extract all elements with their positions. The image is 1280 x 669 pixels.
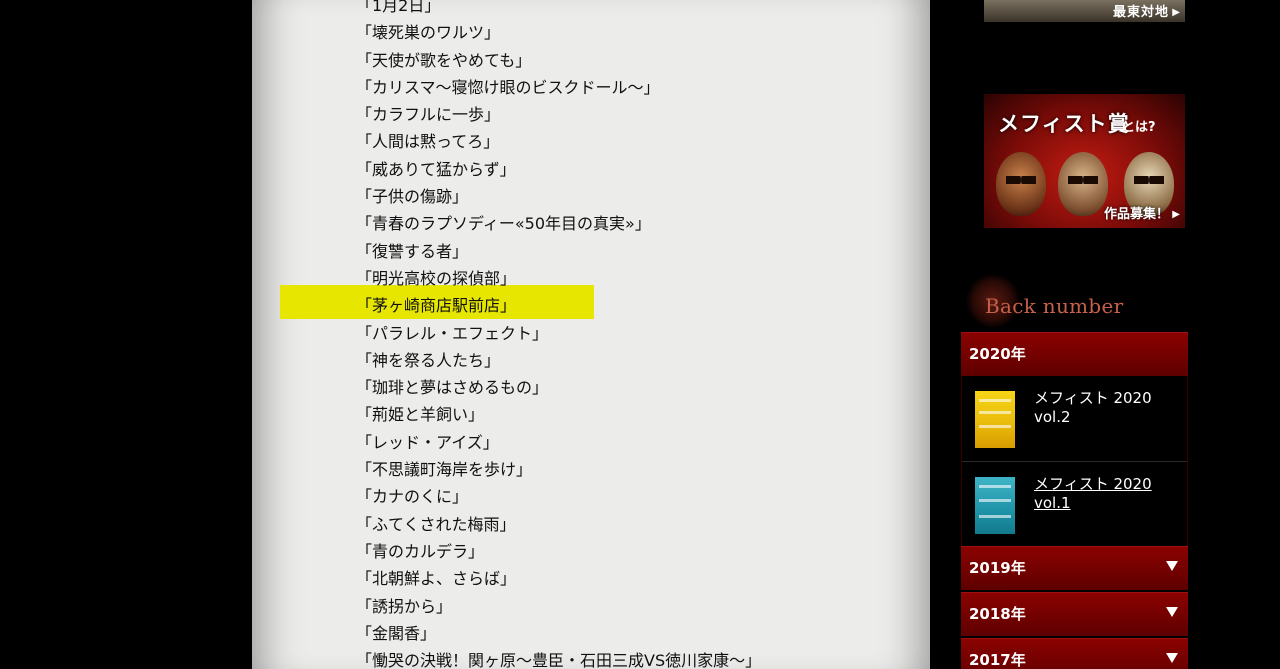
list-item: 「ふてくされた梅雨」: [356, 514, 516, 534]
issues-panel: メフィスト 2020 vol.2 メフィスト 2020 vol.1: [961, 376, 1188, 546]
page: 「1月2日」 「壊死巣のワルツ」 「天使が歌をやめても」 「カリスマ〜寝惚け眼の…: [0, 0, 1280, 669]
list-item: 「天使が歌をやめても」: [356, 50, 532, 70]
cover-thumbnail: [975, 391, 1015, 448]
year-label: 2018年: [969, 605, 1026, 623]
arrow-right-icon: ▶: [1172, 7, 1180, 18]
list-item: 「誘拐から」: [356, 596, 453, 616]
year-label: 2019年: [969, 559, 1026, 577]
banner-cta: 作品募集！: [1103, 207, 1169, 222]
list-item: 「カリスマ〜寝惚け眼のビスクドール〜」: [356, 77, 660, 97]
list-item: 「威ありて猛からず」: [356, 159, 516, 179]
list-item: 「北朝鮮よ、さらば」: [356, 569, 517, 589]
triangle-down-icon: [1166, 561, 1178, 571]
issue-name: メフィスト 2020 vol.2: [1034, 389, 1152, 426]
year-label: 2017年: [969, 651, 1026, 669]
mephisto-prize-banner[interactable]: メフィスト賞 とは? 作品募集！ ▶: [984, 94, 1185, 228]
list-item: 「金閣香」: [356, 623, 437, 643]
list-item: 「青のカルデラ」: [356, 541, 485, 561]
list-item: 「珈琲と夢はさめるもの」: [356, 378, 549, 398]
top-banner-text: 最東対地: [1112, 5, 1169, 20]
list-item: 「カラフルに一歩」: [356, 105, 501, 125]
issue-name: メフィスト 2020 vol.1: [1034, 475, 1152, 512]
banner-heading: メフィスト賞: [998, 112, 1130, 136]
list-item: 「慟哭の決戦！関ヶ原〜豊臣・石田三成VS徳川家康〜」: [356, 651, 762, 669]
list-item: 「明光高校の探偵部」: [356, 268, 517, 288]
list-item-highlighted: 「茅ヶ崎商店駅前店」: [356, 296, 517, 316]
list-item: 「子供の傷跡」: [356, 187, 469, 207]
list-item: 「人間は黙ってろ」: [356, 132, 500, 152]
title-list: 「1月2日」 「壊死巣のワルツ」 「天使が歌をやめても」 「カリスマ〜寝惚け眼の…: [356, 0, 761, 669]
list-item: 「レッド・アイズ」: [356, 432, 499, 452]
triangle-down-icon: [1166, 653, 1178, 663]
top-banner[interactable]: 最東対地 ▶: [984, 0, 1185, 22]
list-item: 「カナのくに」: [356, 487, 469, 507]
list-item: 「パラレル・エフェクト」: [356, 323, 549, 343]
back-number-heading: Back number: [966, 272, 1186, 328]
mask-image: [1058, 152, 1108, 216]
cover-thumbnail: [975, 477, 1015, 534]
year-label: 2020年: [969, 345, 1026, 363]
list-item: 「神を祭る人たち」: [356, 350, 501, 370]
list-item: 「復讐する者」: [356, 241, 469, 261]
issue-link-2020-vol2[interactable]: メフィスト 2020 vol.2: [962, 376, 1187, 462]
triangle-down-icon: [1166, 607, 1178, 617]
year-toggle-2017[interactable]: 2017年: [961, 638, 1188, 669]
year-toggle-2018[interactable]: 2018年: [961, 592, 1188, 636]
list-item: 「青春のラプソディー«50年目の真実»」: [356, 214, 651, 234]
list-item: 「不思議町海岸を歩け」: [356, 460, 533, 480]
list-item: 「荊姫と羊飼い」: [356, 405, 485, 425]
year-toggle-2019[interactable]: 2019年: [961, 546, 1188, 590]
banner-suffix: とは?: [1122, 120, 1156, 135]
year-toggle-2020[interactable]: 2020年: [961, 332, 1188, 376]
arrow-right-icon: ▶: [1172, 209, 1180, 220]
mask-image: [996, 152, 1046, 216]
back-number-label: Back number: [985, 294, 1124, 318]
issue-link-2020-vol1[interactable]: メフィスト 2020 vol.1: [962, 462, 1187, 547]
list-item: 「1月2日」: [356, 0, 441, 15]
list-item: 「壊死巣のワルツ」: [356, 23, 501, 43]
